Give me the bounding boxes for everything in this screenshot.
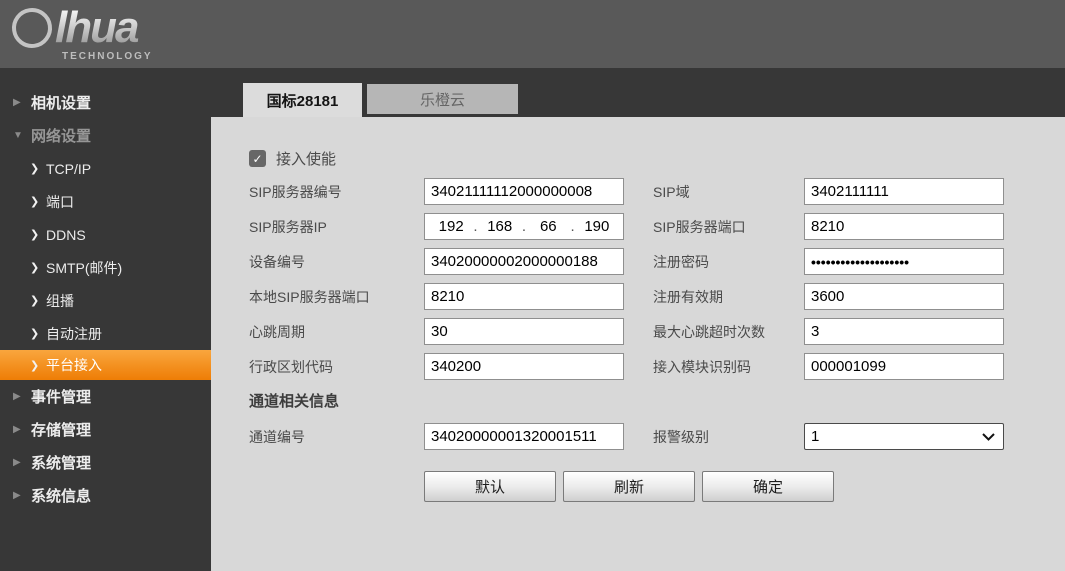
- chevron-right-icon: ❯: [30, 327, 46, 340]
- access-module-id-label: 接入模块识别码: [653, 357, 804, 377]
- sip-domain-label: SIP域: [653, 182, 804, 202]
- sidebar-item-ddns[interactable]: ❯ DDNS: [0, 218, 211, 251]
- platform-access-panel: ✓ 接入使能 SIP服务器编号 SIP域 SIP服务器IP 192.168.66…: [211, 117, 1065, 571]
- local-sip-port-label: 本地SIP服务器端口: [249, 287, 424, 307]
- chevron-right-icon: ❯: [30, 162, 46, 175]
- sip-server-id-label: SIP服务器编号: [249, 182, 424, 202]
- dahua-logo-wordmark: alhua: [12, 6, 153, 50]
- device-id-label: 设备编号: [249, 252, 424, 272]
- local-sip-port-input[interactable]: [424, 283, 624, 310]
- sidebar-item-label: 平台接入: [46, 355, 102, 375]
- confirm-button[interactable]: 确定: [702, 471, 834, 502]
- sip-server-port-label: SIP服务器端口: [653, 217, 804, 237]
- sidebar-item-label: 存储管理: [31, 419, 91, 440]
- default-button[interactable]: 默认: [424, 471, 556, 502]
- alarm-level-select[interactable]: 1: [804, 423, 1004, 450]
- chevron-right-icon: ❯: [30, 195, 46, 208]
- channel-id-input[interactable]: [424, 423, 624, 450]
- chevron-right-icon: ❯: [30, 261, 46, 274]
- sidebar-item-tcpip[interactable]: ❯ TCP/IP: [0, 152, 211, 185]
- sip-server-ip-input[interactable]: 192.168.66.190: [424, 213, 624, 240]
- sidebar-item-label: 组播: [46, 291, 74, 311]
- sidebar-item-label: 自动注册: [46, 324, 102, 344]
- chevron-right-icon: ❯: [30, 294, 46, 307]
- app-header: alhua TECHNOLOGY: [0, 0, 1065, 68]
- sidebar-item-system-info[interactable]: ▶ 系统信息: [0, 479, 211, 512]
- access-module-id-input[interactable]: [804, 353, 1004, 380]
- refresh-button[interactable]: 刷新: [563, 471, 695, 502]
- sip-domain-input[interactable]: [804, 178, 1004, 205]
- max-heartbeat-timeout-input[interactable]: [804, 318, 1004, 345]
- sidebar-item-label: TCP/IP: [46, 161, 91, 177]
- sidebar-item-auto-register[interactable]: ❯ 自动注册: [0, 317, 211, 350]
- sidebar-item-label: 系统管理: [31, 452, 91, 473]
- admin-region-code-input[interactable]: [424, 353, 624, 380]
- ip-octet-3[interactable]: 66: [526, 218, 570, 235]
- sidebar-item-label: DDNS: [46, 227, 86, 243]
- sip-server-port-input[interactable]: [804, 213, 1004, 240]
- admin-region-code-label: 行政区划代码: [249, 357, 424, 377]
- sidebar-item-multicast[interactable]: ❯ 组播: [0, 284, 211, 317]
- sip-server-id-input[interactable]: [424, 178, 624, 205]
- collapsed-triangle-icon: ▶: [13, 490, 31, 501]
- collapsed-triangle-icon: ▶: [13, 391, 31, 402]
- ip-octet-4[interactable]: 190: [575, 218, 619, 235]
- register-password-input[interactable]: [804, 248, 1004, 275]
- alarm-level-label: 报警级别: [653, 427, 804, 447]
- collapsed-triangle-icon: ▶: [13, 457, 31, 468]
- chevron-right-icon: ❯: [30, 228, 46, 241]
- channel-id-label: 通道编号: [249, 427, 424, 447]
- alarm-level-selected-value: 1: [811, 428, 819, 445]
- expanded-triangle-icon: ▼: [13, 130, 31, 141]
- sidebar-item-label: 事件管理: [31, 386, 91, 407]
- heartbeat-period-input[interactable]: [424, 318, 624, 345]
- ip-octet-1[interactable]: 192: [429, 218, 473, 235]
- heartbeat-period-label: 心跳周期: [249, 322, 424, 342]
- tab-bar: 国标28181 乐橙云: [211, 68, 1065, 117]
- sidebar-item-event-management[interactable]: ▶ 事件管理: [0, 380, 211, 413]
- ip-octet-2[interactable]: 168: [478, 218, 522, 235]
- dahua-logo-technology: TECHNOLOGY: [62, 52, 153, 62]
- dahua-logo-a-icon: a: [9, 5, 54, 50]
- sidebar-item-system-management[interactable]: ▶ 系统管理: [0, 446, 211, 479]
- enable-access-checkbox[interactable]: ✓: [249, 150, 266, 167]
- collapsed-triangle-icon: ▶: [13, 97, 31, 108]
- sip-server-ip-label: SIP服务器IP: [249, 217, 424, 237]
- sidebar-item-camera-settings[interactable]: ▶ 相机设置: [0, 86, 211, 119]
- sidebar-item-storage-management[interactable]: ▶ 存储管理: [0, 413, 211, 446]
- register-validity-input[interactable]: [804, 283, 1004, 310]
- sidebar-item-label: 网络设置: [31, 125, 91, 146]
- max-heartbeat-timeout-label: 最大心跳超时次数: [653, 322, 804, 342]
- device-id-input[interactable]: [424, 248, 624, 275]
- tab-lechengyun[interactable]: 乐橙云: [367, 84, 518, 114]
- chevron-right-icon: ❯: [30, 359, 46, 372]
- channel-info-section-heading: 通道相关信息: [249, 390, 1065, 410]
- sidebar-item-smtp[interactable]: ❯ SMTP(邮件): [0, 251, 211, 284]
- tab-gb28181[interactable]: 国标28181: [243, 83, 362, 117]
- sidebar-item-network-settings[interactable]: ▼ 网络设置: [0, 119, 211, 152]
- register-validity-label: 注册有效期: [653, 287, 804, 307]
- sidebar-item-port[interactable]: ❯ 端口: [0, 185, 211, 218]
- sidebar-item-platform-access-selected[interactable]: ❯ 平台接入: [0, 350, 211, 380]
- sidebar-item-label: 系统信息: [31, 485, 91, 506]
- sidebar-item-label: SMTP(邮件): [46, 258, 122, 278]
- dahua-logo: alhua TECHNOLOGY: [12, 6, 153, 62]
- sidebar-item-label: 端口: [46, 192, 74, 212]
- sidebar-nav: ▶ 相机设置 ▼ 网络设置 ❯ TCP/IP ❯ 端口 ❯ DDNS ❯ SMT…: [0, 68, 211, 571]
- sidebar-item-label: 相机设置: [31, 92, 91, 113]
- chevron-down-icon: [982, 433, 995, 441]
- register-password-label: 注册密码: [653, 252, 804, 272]
- dahua-logo-rest: lhua: [55, 6, 137, 50]
- collapsed-triangle-icon: ▶: [13, 424, 31, 435]
- enable-access-label: 接入使能: [276, 148, 336, 169]
